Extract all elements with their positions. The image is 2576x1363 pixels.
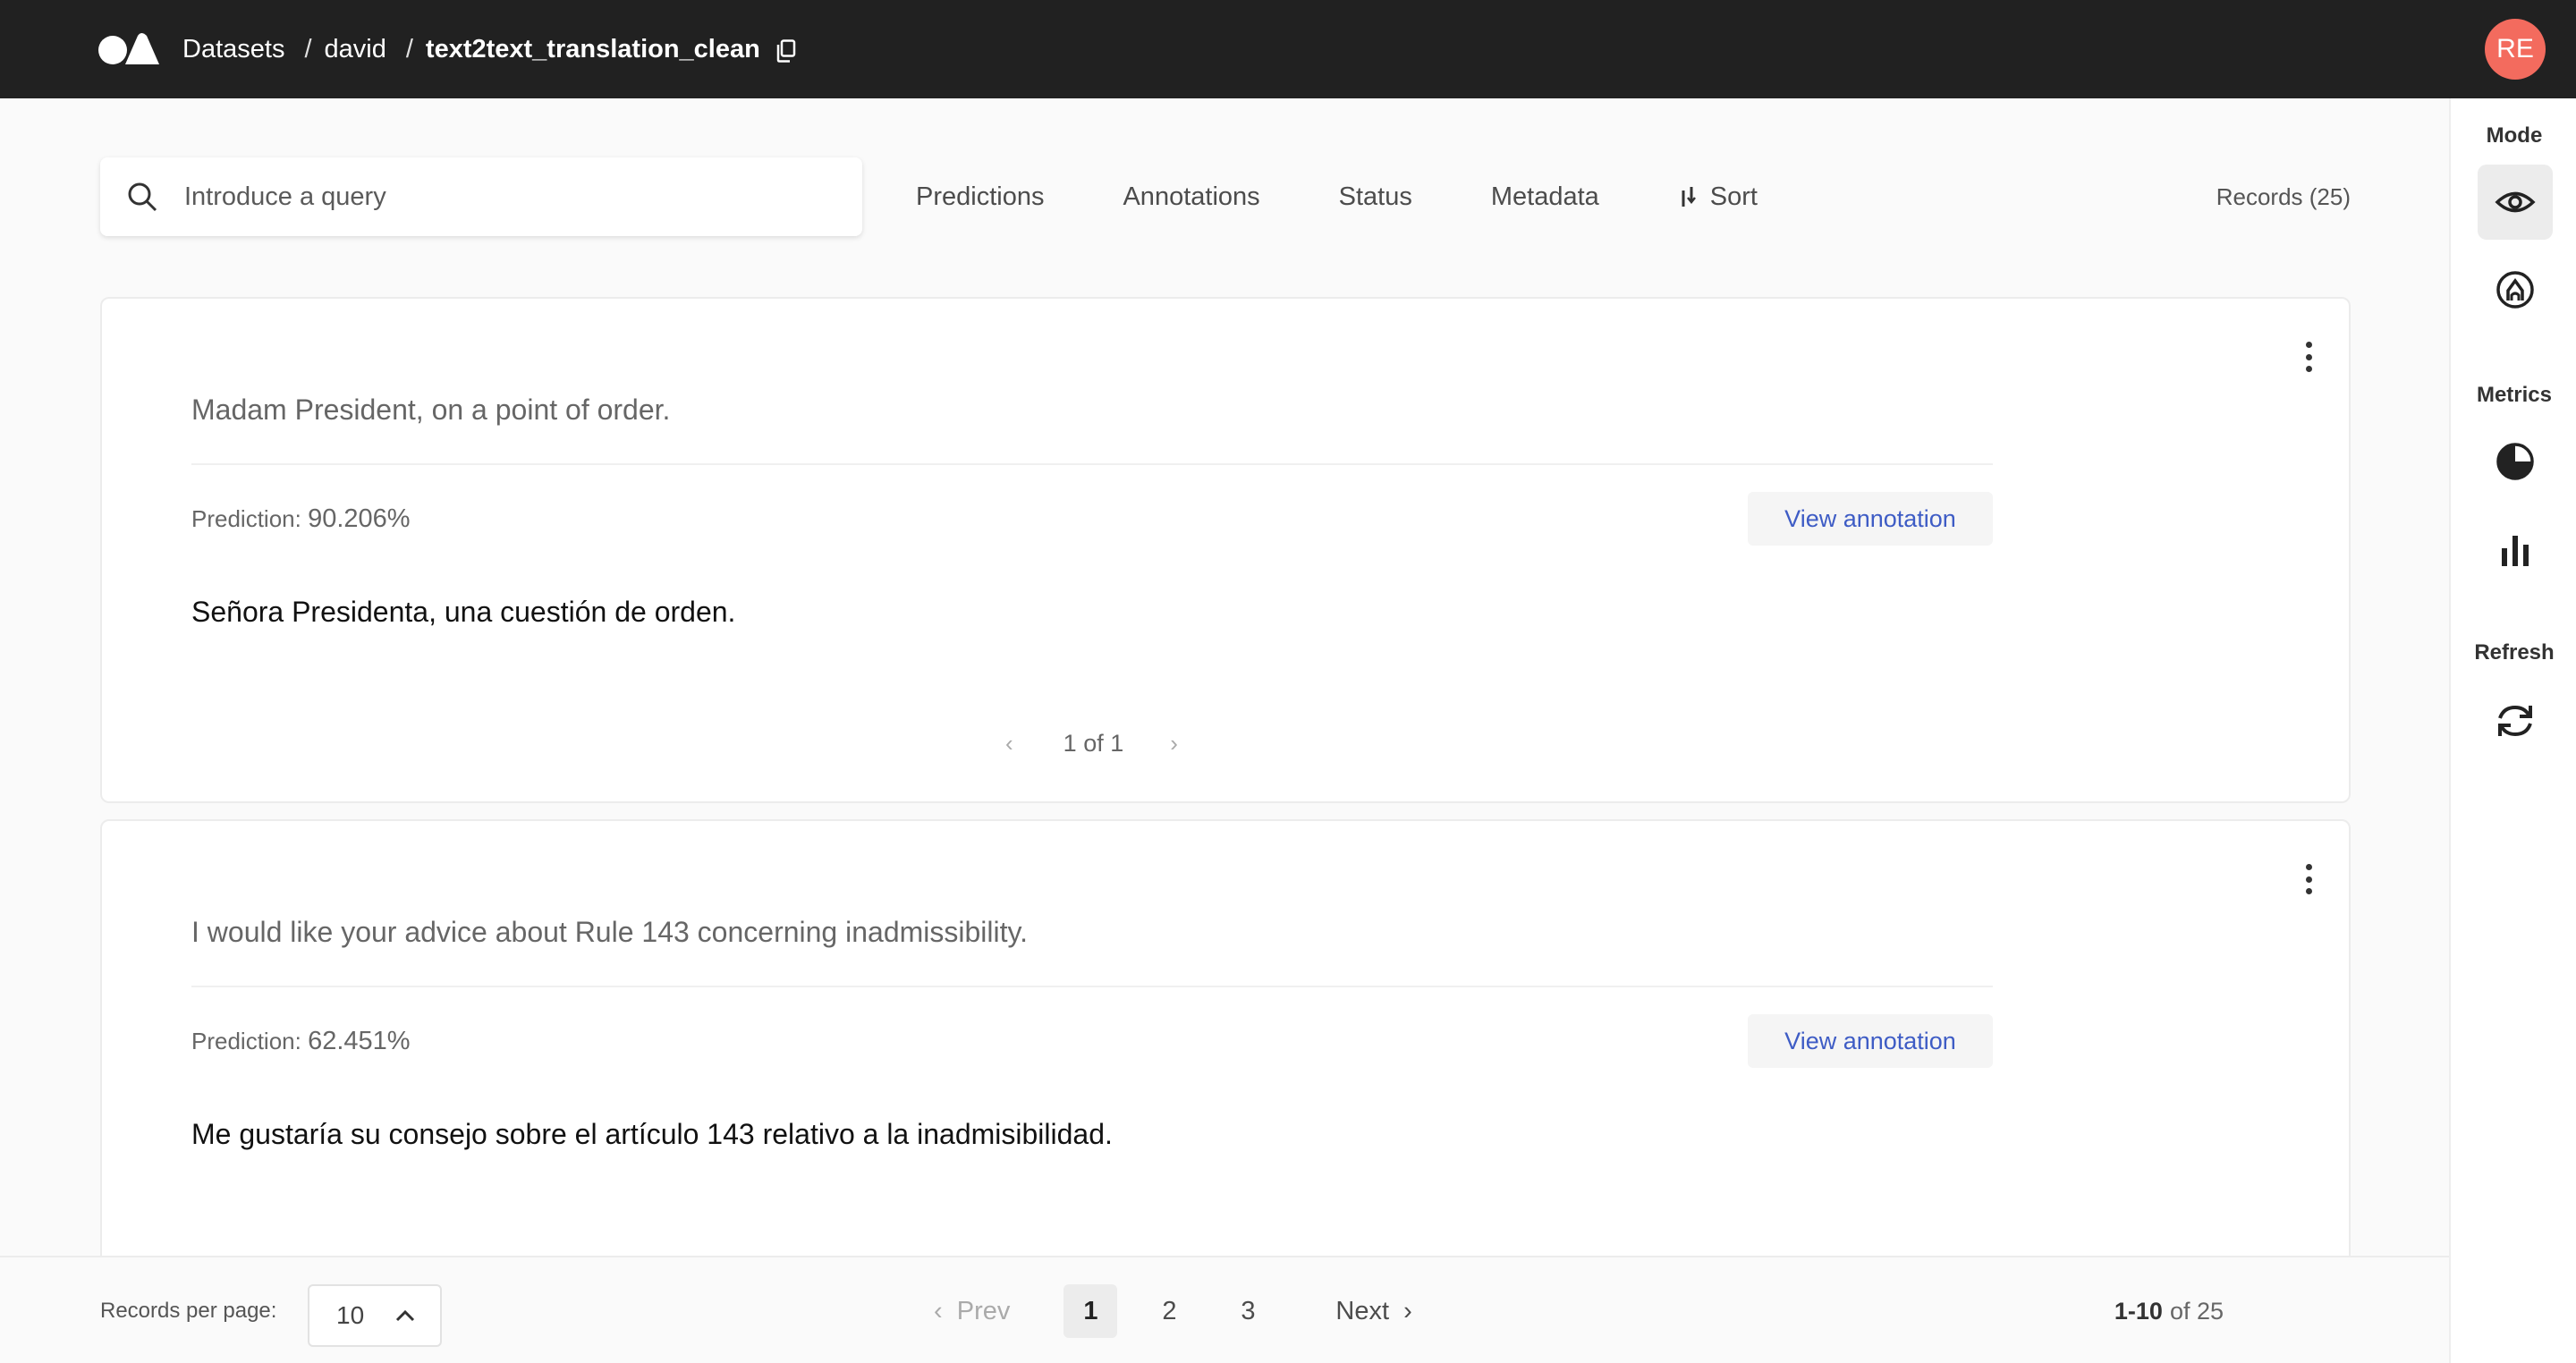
record-menu-button[interactable] (2304, 864, 2313, 894)
record-divider (191, 986, 1993, 987)
breadcrumb-separator: / (405, 34, 413, 63)
breadcrumb: Datasets / david / text2text_translation… (182, 0, 796, 98)
prediction-score: Prediction: 90.206% (191, 504, 411, 534)
sort-button[interactable]: Sort (1678, 182, 1758, 212)
annotations-filter[interactable]: Annotations (1123, 182, 1259, 212)
refresh-icon (2498, 705, 2532, 737)
sort-icon (1682, 187, 1696, 207)
user-avatar[interactable]: RE (2485, 19, 2546, 80)
view-annotation-button[interactable]: View annotation (1748, 492, 1993, 546)
records-count: Records (25) (2216, 182, 2351, 210)
prediction-score: Prediction: 62.451% (191, 1027, 411, 1056)
record-menu-button[interactable] (2304, 342, 2313, 372)
progress-metrics-button[interactable] (2478, 424, 2553, 499)
next-prediction-icon[interactable]: › (1170, 730, 1178, 758)
prediction-page-indicator: 1 of 1 (1063, 730, 1124, 757)
refresh-button[interactable] (2478, 683, 2553, 758)
breadcrumb-datasets[interactable]: Datasets (182, 35, 284, 64)
records-per-page-value: 10 (336, 1301, 365, 1329)
record-divider (191, 463, 1993, 465)
mode-label: Mode (2486, 123, 2543, 148)
predictions-filter[interactable]: Predictions (916, 182, 1044, 212)
breadcrumb-dataset: text2text_translation_clean (425, 34, 760, 63)
edit-annotate-icon (2496, 271, 2534, 309)
sort-label: Sort (1709, 182, 1758, 211)
search-input[interactable] (184, 182, 810, 212)
view-annotation-button[interactable]: View annotation (1748, 1014, 1993, 1068)
pagination: ‹ Prev 1 2 3 Next › (934, 1257, 1412, 1363)
breadcrumb-separator: / (304, 34, 312, 63)
explore-mode-button[interactable] (2478, 165, 2553, 240)
search-icon (128, 182, 157, 212)
eye-icon (2495, 191, 2536, 213)
right-sidebar: Mode Metrics Refresh (2449, 98, 2576, 1363)
page-3-button[interactable]: 3 (1221, 1284, 1275, 1338)
prediction-value: 62.451% (308, 1027, 411, 1055)
breadcrumb-workspace[interactable]: david (325, 35, 386, 64)
top-bar: Datasets / david / text2text_translation… (0, 0, 2576, 98)
prev-page-button[interactable]: ‹ Prev (934, 1297, 1010, 1326)
page-2-button[interactable]: 2 (1142, 1284, 1196, 1338)
bar-chart-icon (2502, 536, 2529, 566)
prediction-value: 90.206% (308, 504, 411, 533)
records-range-total: of 25 (2169, 1297, 2224, 1325)
records-range: 1-10 of 25 (2114, 1257, 2224, 1363)
metrics-label: Metrics (2476, 383, 2553, 407)
chevron-up-icon (395, 1309, 415, 1322)
argilla-logo[interactable] (98, 30, 159, 66)
record-source-text: Madam President, on a point of order. (191, 394, 671, 426)
search-box (100, 157, 862, 236)
refresh-label: Refresh (2474, 640, 2555, 665)
record-source-text: I would like your advice about Rule 143 … (191, 916, 1029, 948)
filter-bar: Predictions Annotations Status Metadata … (916, 157, 1836, 236)
prediction-label: Prediction: (191, 505, 301, 532)
stats-metrics-button[interactable] (2478, 512, 2553, 587)
copy-icon[interactable] (776, 39, 796, 63)
record-card: Madam President, on a point of order. Pr… (100, 297, 2351, 803)
records-per-page-label: Records per page: (100, 1299, 277, 1323)
records-range-bold: 1-10 (2114, 1297, 2163, 1325)
metadata-filter[interactable]: Metadata (1491, 182, 1599, 212)
record-translation-text: Señora Presidenta, una cuestión de orden… (191, 596, 736, 628)
status-filter[interactable]: Status (1339, 182, 1412, 212)
pie-chart-icon (2496, 443, 2534, 480)
records-per-page-select[interactable]: 10 (308, 1284, 442, 1347)
prediction-pager: ‹ 1 of 1 › (1005, 730, 1178, 758)
annotate-mode-button[interactable] (2478, 252, 2553, 327)
next-page-button[interactable]: Next › (1335, 1297, 1411, 1326)
record-translation-text: Me gustaría su consejo sobre el artículo… (191, 1118, 1113, 1150)
pagination-footer: Records per page: 10 ‹ Prev 1 2 3 Next ›… (0, 1256, 2449, 1363)
record-card: I would like your advice about Rule 143 … (100, 819, 2351, 1284)
prev-prediction-icon[interactable]: ‹ (1005, 730, 1013, 758)
prediction-label: Prediction: (191, 1028, 301, 1054)
page-1-button[interactable]: 1 (1063, 1284, 1118, 1338)
